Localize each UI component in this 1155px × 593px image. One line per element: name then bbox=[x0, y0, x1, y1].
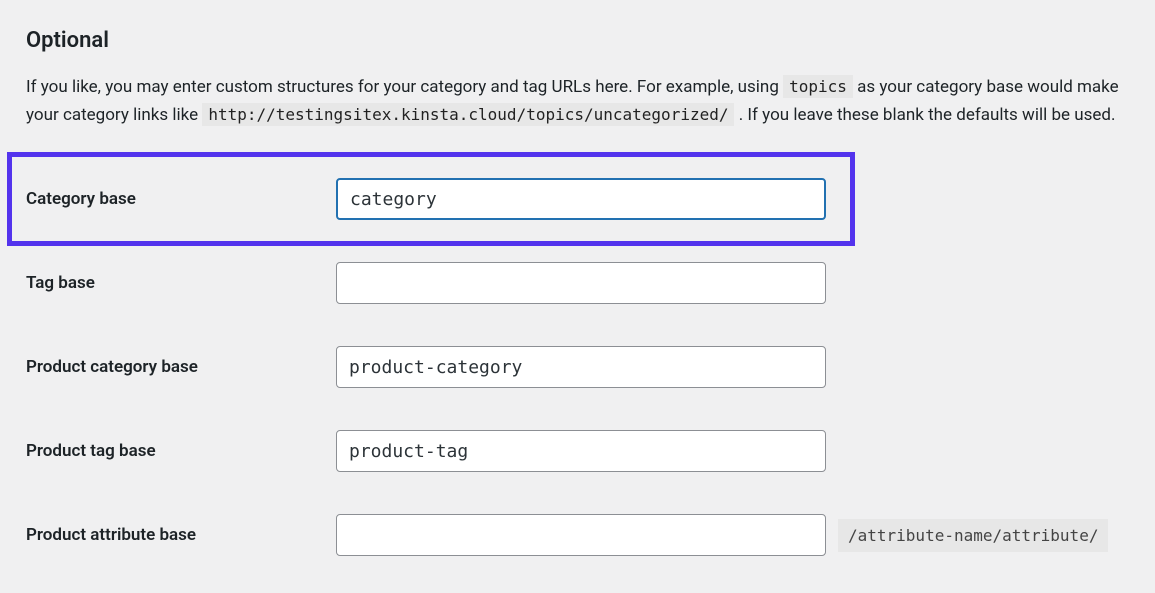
label-product-attribute-base: Product attribute base bbox=[26, 525, 336, 545]
input-tag-base[interactable] bbox=[336, 262, 826, 304]
input-product-tag-base[interactable] bbox=[336, 430, 826, 472]
section-heading: Optional bbox=[26, 28, 1129, 53]
row-category-base: Category base bbox=[12, 157, 850, 241]
description-text-3: . If you leave these blank the defaults … bbox=[739, 105, 1116, 125]
form-table: Category base Tag base Product category … bbox=[26, 157, 1129, 577]
description-code-url: http://testingsitex.kinsta.cloud/topics/… bbox=[202, 103, 734, 126]
row-product-tag-base: Product tag base bbox=[26, 409, 1129, 493]
description-code-topics: topics bbox=[783, 75, 853, 98]
label-product-category-base: Product category base bbox=[26, 357, 336, 377]
description-text-1: If you like, you may enter custom struct… bbox=[26, 77, 783, 97]
label-product-tag-base: Product tag base bbox=[26, 441, 336, 461]
row-tag-base: Tag base bbox=[26, 241, 1129, 325]
label-category-base: Category base bbox=[26, 189, 336, 209]
label-tag-base: Tag base bbox=[26, 273, 336, 293]
section-description: If you like, you may enter custom struct… bbox=[26, 73, 1126, 129]
input-product-category-base[interactable] bbox=[336, 346, 826, 388]
input-product-attribute-base[interactable] bbox=[336, 514, 826, 556]
product-attribute-suffix: /attribute-name/attribute/ bbox=[838, 519, 1108, 552]
row-product-attribute-base: Product attribute base /attribute-name/a… bbox=[26, 493, 1129, 577]
row-product-category-base: Product category base bbox=[26, 325, 1129, 409]
input-category-base[interactable] bbox=[336, 178, 826, 220]
